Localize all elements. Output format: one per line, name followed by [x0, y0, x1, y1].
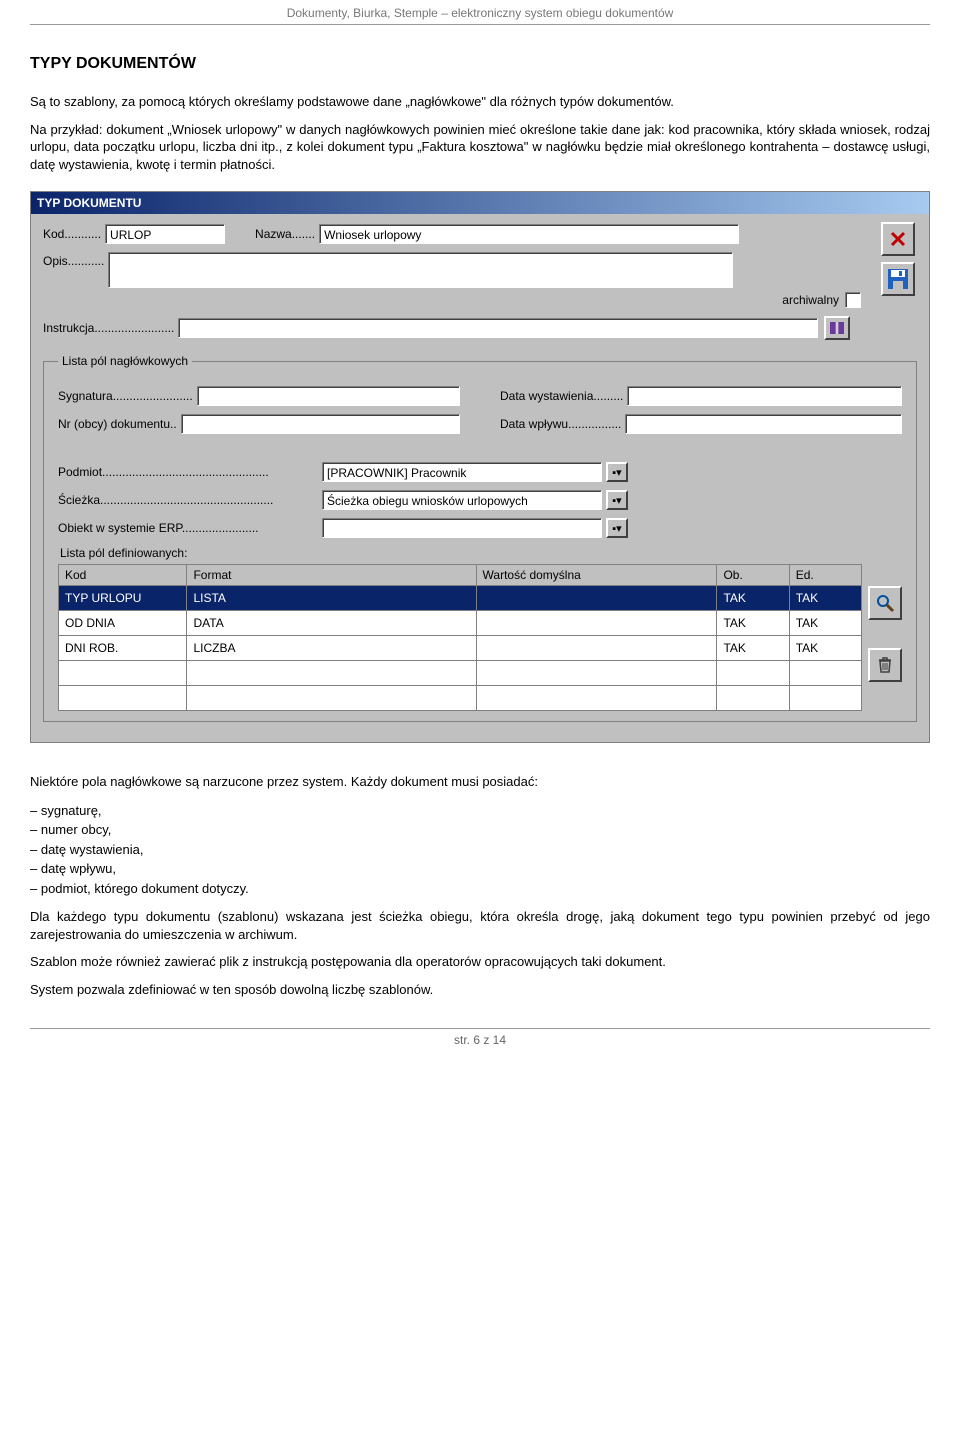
list-item: datę wpływu,: [30, 859, 930, 879]
obiekt-lookup-button[interactable]: ▪▾: [606, 518, 628, 538]
close-button[interactable]: [881, 222, 915, 256]
sygnatura-label: Sygnatura........................: [58, 389, 193, 403]
after-paragraph-3: Szablon może również zawierać plik z ins…: [30, 953, 930, 971]
table-cell: [717, 661, 789, 686]
obiekt-label: Obiekt w systemie ERP...................…: [58, 521, 318, 535]
data-wyst-label: Data wystawienia.........: [500, 389, 623, 403]
table-cell: [476, 661, 717, 686]
obiekt-input[interactable]: [322, 518, 602, 538]
table-row[interactable]: [59, 661, 862, 686]
table-cell: LICZBA: [187, 636, 476, 661]
table-cell: TAK: [717, 586, 789, 611]
col-kod[interactable]: Kod: [59, 565, 187, 586]
table-cell: [187, 661, 476, 686]
header-fields-legend: Lista pól nagłówkowych: [58, 354, 192, 368]
table-cell: [476, 636, 717, 661]
sygnatura-input[interactable]: [197, 386, 460, 406]
page-footer: str. 6 z 14: [30, 1028, 930, 1047]
intro-paragraph-1: Są to szablony, za pomocą których określ…: [30, 93, 930, 111]
instrukcja-browse-button[interactable]: [824, 316, 850, 340]
list-item: podmiot, którego dokument dotyczy.: [30, 879, 930, 899]
table-cell: [59, 661, 187, 686]
nazwa-input[interactable]: Wniosek urlopowy: [319, 224, 739, 244]
data-wpl-label: Data wpływu................: [500, 417, 621, 431]
intro-paragraph-2: Na przykład: dokument „Wniosek urlopowy"…: [30, 121, 930, 174]
archiwalny-label: archiwalny: [782, 293, 839, 307]
col-format[interactable]: Format: [187, 565, 476, 586]
table-cell: TAK: [789, 636, 861, 661]
header-fields-group: Lista pól nagłówkowych Sygnatura........…: [43, 354, 917, 722]
required-fields-list: sygnaturę,numer obcy,datę wystawienia,da…: [30, 801, 930, 899]
sciezka-input[interactable]: Ścieżka obiegu wniosków urlopowych: [322, 490, 602, 510]
sciezka-label: Ścieżka.................................…: [58, 493, 318, 507]
nazwa-label: Nazwa.......: [255, 227, 315, 241]
table-row[interactable]: DNI ROB.LICZBA TAKTAK: [59, 636, 862, 661]
table-cell: [59, 686, 187, 711]
table-cell: [187, 686, 476, 711]
table-row[interactable]: TYP URLOPULISTA TAKTAK: [59, 586, 862, 611]
list-item: sygnaturę,: [30, 801, 930, 821]
kod-input[interactable]: URLOP: [105, 224, 225, 244]
page-header: Dokumenty, Biurka, Stemple – elektronicz…: [30, 0, 930, 25]
table-cell: TAK: [717, 636, 789, 661]
table-cell: TAK: [717, 611, 789, 636]
section-heading: TYPY DOKUMENTÓW: [30, 55, 930, 73]
list-item: datę wystawienia,: [30, 840, 930, 860]
nr-obcy-label: Nr (obcy) dokumentu..: [58, 417, 177, 431]
sciezka-lookup-button[interactable]: ▪▾: [606, 490, 628, 510]
kod-label: Kod...........: [43, 227, 101, 241]
after-paragraph-2: Dla każdego typu dokumentu (szablonu) ws…: [30, 908, 930, 943]
podmiot-label: Podmiot.................................…: [58, 465, 318, 479]
table-cell: LISTA: [187, 586, 476, 611]
table-cell: TYP URLOPU: [59, 586, 187, 611]
table-cell: DATA: [187, 611, 476, 636]
podmiot-input[interactable]: [PRACOWNIK] Pracownik: [322, 462, 602, 482]
table-cell: DNI ROB.: [59, 636, 187, 661]
instrukcja-label: Instrukcja........................: [43, 321, 174, 335]
col-wartosc[interactable]: Wartość domyślna: [476, 565, 717, 586]
defined-fields-label: Lista pól definiowanych:: [60, 546, 902, 560]
data-wpl-input[interactable]: [625, 414, 902, 434]
table-cell: [476, 611, 717, 636]
table-cell: [476, 586, 717, 611]
podmiot-lookup-button[interactable]: ▪▾: [606, 462, 628, 482]
delete-row-button[interactable]: [868, 648, 902, 682]
opis-label: Opis...........: [43, 252, 104, 268]
defined-fields-table[interactable]: Kod Format Wartość domyślna Ob. Ed. TYP …: [58, 564, 862, 711]
opis-input[interactable]: [108, 252, 733, 288]
table-cell: [789, 686, 861, 711]
table-cell: TAK: [789, 611, 861, 636]
table-cell: [789, 661, 861, 686]
col-ed[interactable]: Ed.: [789, 565, 861, 586]
nr-obcy-input[interactable]: [181, 414, 460, 434]
table-row[interactable]: [59, 686, 862, 711]
table-row[interactable]: OD DNIADATA TAKTAK: [59, 611, 862, 636]
instrukcja-input[interactable]: [178, 318, 818, 338]
after-paragraph-4: System pozwala zdefiniować w ten sposób …: [30, 981, 930, 999]
table-cell: [717, 686, 789, 711]
table-cell: OD DNIA: [59, 611, 187, 636]
zoom-row-button[interactable]: [868, 586, 902, 620]
app-window: TYP DOKUMENTU Kod........... URLOP Nazwa…: [30, 191, 930, 743]
window-titlebar: TYP DOKUMENTU: [31, 192, 929, 214]
list-item: numer obcy,: [30, 820, 930, 840]
after-intro: Niektóre pola nagłówkowe są narzucone pr…: [30, 773, 930, 791]
table-cell: [476, 686, 717, 711]
data-wyst-input[interactable]: [627, 386, 902, 406]
save-button[interactable]: [881, 262, 915, 296]
col-ob[interactable]: Ob.: [717, 565, 789, 586]
table-cell: TAK: [789, 586, 861, 611]
archiwalny-checkbox[interactable]: [845, 292, 861, 308]
